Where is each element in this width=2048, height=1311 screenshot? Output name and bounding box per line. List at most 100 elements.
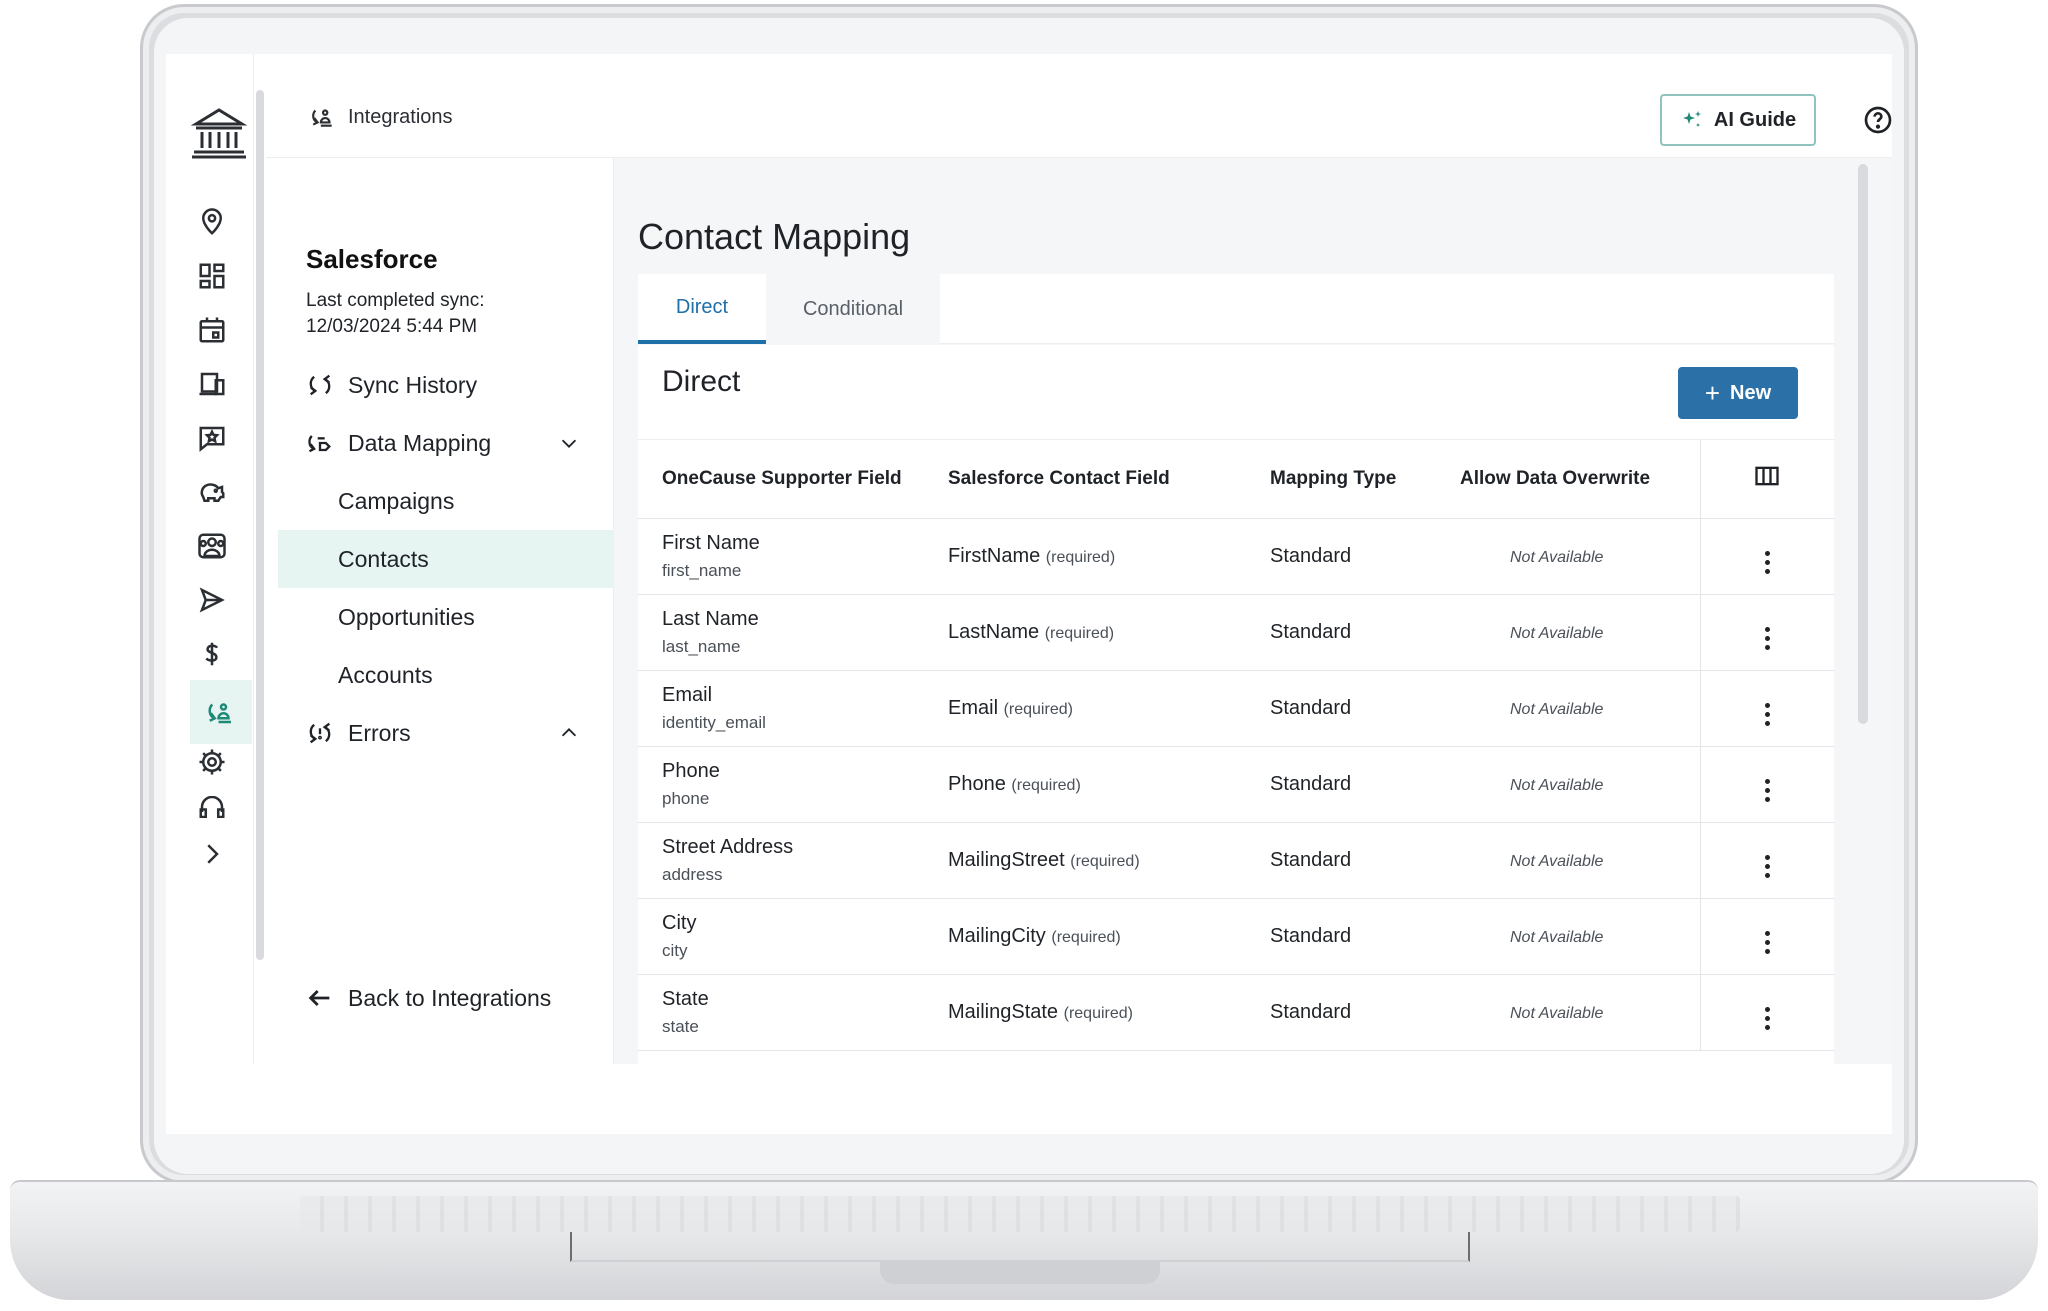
required-tag: (required) [1063, 1004, 1133, 1022]
integrations-icon[interactable] [190, 680, 252, 744]
main-scrollbar[interactable] [1858, 164, 1868, 724]
onecause-field-cell: City city [638, 898, 948, 975]
help-circle-icon[interactable] [1860, 102, 1892, 138]
chevron-down-icon[interactable] [558, 432, 580, 454]
nav-contacts[interactable]: Contacts [278, 530, 614, 588]
overwrite-value: Not Available [1510, 548, 1604, 566]
people-group-icon[interactable] [194, 528, 230, 564]
breadcrumb[interactable]: Integrations [310, 104, 453, 130]
table-row[interactable]: Street Address address MailingStreet (re… [638, 822, 1834, 899]
table-row[interactable]: Email identity_email Email (required) St… [638, 670, 1834, 747]
more-vertical-icon[interactable] [1764, 702, 1770, 726]
piggy-bank-icon[interactable] [194, 474, 230, 510]
sf-field-name: MailingStreet [948, 848, 1065, 871]
support-headset-icon[interactable] [194, 796, 230, 818]
column-header[interactable]: Allow Data Overwrite [1460, 440, 1700, 519]
salesforce-field-cell: Email (required) [948, 670, 1270, 747]
row-actions-cell [1699, 670, 1834, 747]
nav-sync-history[interactable]: Sync History [278, 356, 614, 414]
tab-direct[interactable]: Direct [638, 274, 766, 344]
overwrite-cell: Not Available [1460, 898, 1700, 975]
row-actions-cell [1699, 518, 1834, 595]
onecause-field-cell: Phone phone [638, 746, 948, 823]
field-label: Phone [662, 759, 720, 782]
dashboard-grid-icon[interactable] [194, 258, 230, 294]
bank-logo-icon[interactable] [190, 104, 248, 162]
breadcrumb-label: Integrations [348, 105, 453, 128]
column-header[interactable]: Mapping Type [1270, 440, 1460, 519]
salesforce-field-cell: FirstName (required) [948, 518, 1270, 595]
salesforce-field-cell: MailingStreet (required) [948, 822, 1270, 899]
row-actions-cell [1699, 898, 1834, 975]
sync-error-icon [309, 722, 331, 744]
required-tag: (required) [1011, 776, 1081, 794]
back-to-integrations-link[interactable]: Back to Integrations [306, 984, 551, 1012]
nav-opportunities[interactable]: Opportunities [278, 588, 614, 646]
required-tag: (required) [1070, 852, 1140, 870]
sf-field-name: MailingCity [948, 924, 1046, 947]
arrow-left-icon [308, 990, 330, 1006]
more-vertical-icon[interactable] [1764, 1006, 1770, 1030]
table-row[interactable]: Last Name last_name LastName (required) … [638, 594, 1834, 671]
nav-errors[interactable]: Errors [278, 704, 614, 762]
calendar-icon[interactable] [194, 312, 230, 348]
section-title: Direct [662, 365, 741, 398]
chevron-up-icon[interactable] [558, 722, 580, 744]
column-header[interactable]: Salesforce Contact Field [948, 440, 1270, 519]
column-header[interactable]: OneCause Supporter Field [638, 440, 948, 519]
required-tag: (required) [1044, 624, 1115, 642]
table-row[interactable]: State state MailingState (required) Stan… [638, 974, 1834, 1051]
onecause-field-cell: Street Address address [638, 822, 948, 899]
main-content: Contact Mapping Direct Conditional Direc… [614, 158, 1892, 1064]
dollar-icon[interactable] [194, 636, 230, 672]
overwrite-value: Not Available [1510, 700, 1604, 718]
table-row[interactable]: City city MailingCity (required) Standar… [638, 898, 1834, 975]
nav-label: Data Mapping [348, 429, 492, 456]
screen: Integrations AI Guide Salesforce Last co… [166, 54, 1892, 1134]
overwrite-cell: Not Available [1460, 974, 1700, 1051]
ai-guide-label: AI Guide [1713, 108, 1797, 131]
more-vertical-icon[interactable] [1764, 550, 1770, 574]
required-tag: (required) [1003, 700, 1073, 718]
nav-accounts[interactable]: Accounts [278, 646, 614, 704]
mapping-table: OneCause Supporter Field Salesforce Cont… [638, 440, 1834, 1051]
page-title: Contact Mapping [638, 216, 911, 257]
table-row[interactable]: First Name first_name FirstName (require… [638, 518, 1834, 595]
columns-icon[interactable] [1753, 466, 1781, 495]
ai-guide-button[interactable]: AI Guide [1660, 94, 1816, 146]
field-key: last_name [662, 636, 741, 656]
more-vertical-icon[interactable] [1764, 854, 1770, 878]
more-vertical-icon[interactable] [1764, 626, 1770, 650]
overwrite-cell: Not Available [1460, 822, 1700, 899]
overwrite-cell: Not Available [1460, 746, 1700, 823]
direct-mapping-card: Direct + New OneCause Supporter Field Sa… [638, 345, 1834, 1064]
row-actions-cell [1699, 822, 1834, 899]
expand-chevron-right-icon[interactable] [194, 836, 230, 872]
more-vertical-icon[interactable] [1764, 930, 1770, 954]
location-pin-icon[interactable] [194, 204, 230, 240]
sf-field-name: MailingState [948, 1000, 1059, 1023]
star-message-icon[interactable] [194, 420, 230, 456]
nav-campaigns[interactable]: Campaigns [278, 472, 614, 530]
devices-icon[interactable] [194, 366, 230, 402]
mapping-tabs: Direct Conditional [638, 274, 1834, 344]
sync-icon [309, 374, 331, 396]
table-row[interactable]: Phone phone Phone (required) Standard No… [638, 746, 1834, 823]
icon-rail [166, 54, 254, 1064]
row-actions-cell [1699, 594, 1834, 671]
overwrite-cell: Not Available [1460, 594, 1700, 671]
column-settings[interactable] [1699, 440, 1834, 519]
field-key: state [662, 1016, 699, 1036]
tab-conditional[interactable]: Conditional [766, 274, 940, 344]
rail-scrollbar[interactable] [256, 90, 264, 960]
mapping-type-cell: Standard [1270, 822, 1460, 899]
nav-label: Campaigns [338, 487, 455, 514]
settings-gear-icon[interactable] [194, 744, 230, 780]
plus-icon: + [1704, 378, 1721, 408]
integrations-icon [312, 109, 332, 127]
nav-data-mapping[interactable]: Data Mapping [278, 414, 614, 472]
more-vertical-icon[interactable] [1764, 778, 1770, 802]
send-icon[interactable] [194, 582, 230, 618]
laptop-notch [880, 1262, 1160, 1284]
new-mapping-button[interactable]: + New [1678, 367, 1798, 419]
